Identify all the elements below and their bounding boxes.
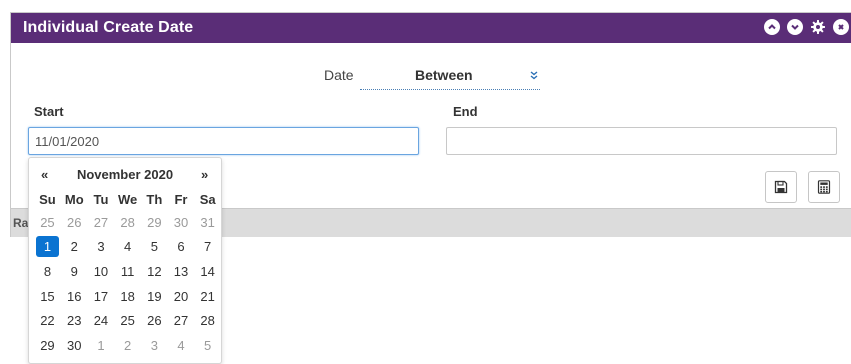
day-cell[interactable]: 7 (194, 235, 221, 260)
day-cell[interactable]: 2 (114, 333, 141, 358)
weekday-label: Su (39, 191, 56, 207)
weekday-label: Sa (199, 191, 216, 207)
chevron-up-icon[interactable] (764, 19, 780, 35)
datepicker-header: November 2020 « » (29, 165, 221, 183)
weekday-label: Mo (64, 191, 84, 207)
double-chevron-down-icon (530, 67, 538, 85)
day-cell[interactable]: 16 (61, 284, 88, 309)
day-cell[interactable]: 28 (194, 308, 221, 333)
day-cell[interactable]: 5 (141, 235, 168, 260)
day-cell[interactable]: 20 (168, 284, 195, 309)
selected-day-label: 1 (35, 236, 59, 258)
day-cell[interactable]: 26 (61, 210, 88, 235)
day-cell[interactable]: 5 (194, 333, 221, 358)
panel-header: Individual Create Date (11, 13, 851, 43)
day-cell[interactable]: 22 (34, 308, 61, 333)
weekday-label: Fr (174, 191, 188, 207)
day-cell[interactable]: 27 (168, 308, 195, 333)
footer-text: Ra (13, 216, 29, 230)
end-label: End (453, 104, 478, 119)
day-cell[interactable]: 15 (34, 284, 61, 309)
week-row: 22 23 24 25 26 27 28 (34, 308, 221, 333)
day-cell[interactable]: 29 (141, 210, 168, 235)
next-month-button[interactable]: » (201, 167, 208, 182)
date-mode-select[interactable]: Between (360, 61, 540, 90)
day-cell[interactable]: 4 (114, 235, 141, 260)
day-cell[interactable]: 4 (168, 333, 195, 358)
day-cell[interactable]: 30 (61, 333, 88, 358)
weekday-label: Th (146, 191, 163, 207)
datepicker-month-label[interactable]: November 2020 (29, 167, 221, 182)
day-cell[interactable]: 10 (88, 259, 115, 284)
start-label: Start (34, 104, 64, 119)
calculator-icon (817, 180, 831, 194)
day-cell[interactable]: 2 (61, 235, 88, 260)
end-date-input[interactable] (446, 127, 837, 155)
date-mode-value: Between (415, 67, 473, 83)
day-cell[interactable]: 24 (88, 308, 115, 333)
day-cell[interactable]: 9 (61, 259, 88, 284)
day-cell[interactable]: 23 (61, 308, 88, 333)
day-cell-selected[interactable]: 1 (34, 235, 61, 260)
day-cell[interactable]: 30 (168, 210, 195, 235)
day-cell[interactable]: 31 (194, 210, 221, 235)
save-icon (774, 180, 788, 194)
weekday-label: Tu (93, 191, 109, 207)
week-row: 1 2 3 4 5 6 7 (34, 235, 221, 260)
day-cell[interactable]: 12 (141, 259, 168, 284)
day-cell[interactable]: 3 (88, 235, 115, 260)
save-button[interactable] (765, 171, 797, 203)
week-row: 25 26 27 28 29 30 31 (34, 210, 221, 235)
day-cell[interactable]: 6 (168, 235, 195, 260)
day-cell[interactable]: 3 (141, 333, 168, 358)
weekday-label: We (118, 191, 138, 207)
calculator-button[interactable] (808, 171, 840, 203)
day-cell[interactable]: 8 (34, 259, 61, 284)
prev-month-button[interactable]: « (41, 167, 48, 182)
day-cell[interactable]: 26 (141, 308, 168, 333)
week-row: 15 16 17 18 19 20 21 (34, 284, 221, 309)
gear-icon[interactable] (810, 19, 826, 35)
date-label: Date (324, 67, 354, 83)
panel-title: Individual Create Date (23, 19, 194, 36)
header-icons (764, 19, 849, 35)
chevron-down-icon[interactable] (787, 19, 803, 35)
close-icon[interactable] (833, 19, 849, 35)
datepicker-grid: Su Mo Tu We Th Fr Sa 25 26 27 28 29 30 3… (34, 188, 221, 358)
day-cell[interactable]: 25 (114, 308, 141, 333)
weekday-row: Su Mo Tu We Th Fr Sa (34, 188, 221, 210)
day-cell[interactable]: 28 (114, 210, 141, 235)
day-cell[interactable]: 19 (141, 284, 168, 309)
day-cell[interactable]: 25 (34, 210, 61, 235)
day-cell[interactable]: 1 (88, 333, 115, 358)
day-cell[interactable]: 13 (168, 259, 195, 284)
day-cell[interactable]: 14 (194, 259, 221, 284)
day-cell[interactable]: 18 (114, 284, 141, 309)
start-date-input[interactable] (28, 127, 419, 155)
datepicker: November 2020 « » Su Mo Tu We Th Fr Sa 2… (28, 157, 222, 364)
week-row: 29 30 1 2 3 4 5 (34, 333, 221, 358)
day-cell[interactable]: 11 (114, 259, 141, 284)
day-cell[interactable]: 27 (88, 210, 115, 235)
day-cell[interactable]: 29 (34, 333, 61, 358)
day-cell[interactable]: 17 (88, 284, 115, 309)
day-cell[interactable]: 21 (194, 284, 221, 309)
week-row: 8 9 10 11 12 13 14 (34, 259, 221, 284)
